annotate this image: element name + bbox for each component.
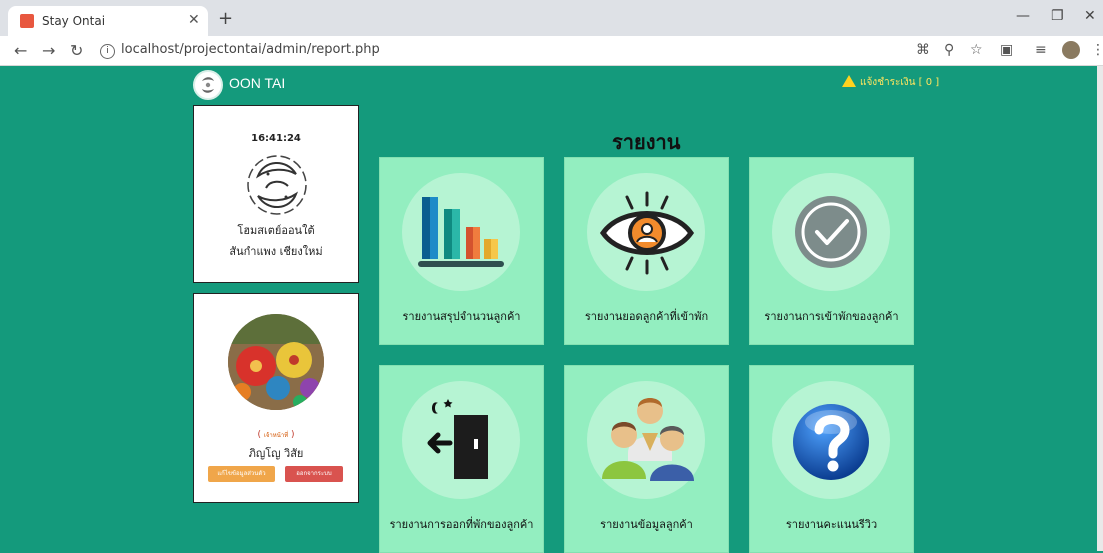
logout-button[interactable]: ออกจากระบบ <box>285 466 343 482</box>
tab-title: Stay Ontai <box>42 14 106 28</box>
page-title: รายงาน <box>612 130 681 154</box>
report-tile-guest-count[interactable]: รายงานยอดลูกค้าที่เข้าพัก <box>564 157 729 345</box>
profile-avatar[interactable] <box>1062 41 1080 59</box>
info-icon[interactable]: i <box>100 44 115 59</box>
user-name: ภิญโญ วิสัย <box>248 447 304 460</box>
payment-alert-text: แจ้งชำระเงิน [ 0 ] <box>860 77 940 88</box>
check-circle-icon <box>795 196 867 268</box>
hotel-address: สันกำแพง เชียงใหม่ <box>229 245 323 258</box>
browser-tab[interactable]: Stay Ontai ✕ <box>8 6 208 36</box>
tile-label: รายงานสรุปจำนวนลูกค้า <box>402 310 521 323</box>
role-open: ( <box>257 430 261 440</box>
tile-label: รายงานยอดลูกค้าที่เข้าพัก <box>584 310 709 323</box>
back-icon[interactable]: ← <box>14 41 27 60</box>
new-tab-button[interactable]: + <box>218 8 233 29</box>
edit-profile-button[interactable]: แก้ไขข้อมูลส่วนตัว <box>208 466 275 482</box>
restore-icon[interactable]: ❐ <box>1051 8 1064 24</box>
bookmark-star-icon[interactable]: ☆ <box>970 42 983 58</box>
close-tab-icon[interactable]: ✕ <box>188 12 200 28</box>
users-icon <box>602 398 694 481</box>
menu-dots-icon[interactable]: ⋮ <box>1091 42 1103 58</box>
page-content: OON TAI แจ้งชำระเงิน [ 0 ] 16:41:24 โฮมส… <box>0 66 1103 553</box>
extension-icon[interactable]: ▣ <box>1000 42 1013 58</box>
bar-chart-icon <box>418 197 504 267</box>
report-tile-customer-info[interactable]: รายงานข้อมูลลูกค้า <box>564 365 729 553</box>
user-card: ( เจ้าหน้าที่ ) ภิญโญ วิสัย แก้ไขข้อมูลส… <box>193 293 359 503</box>
address-bar: ← → ↻ i localhost/projectontai/admin/repo… <box>0 36 1103 66</box>
brand-name[interactable]: OON TAI <box>229 75 285 91</box>
scrollbar[interactable] <box>1097 66 1103 551</box>
user-role: ( เจ้าหน้าที่ ) <box>194 430 358 440</box>
role-text: เจ้าหน้าที่ <box>263 432 289 439</box>
clock: 16:41:24 <box>251 133 301 144</box>
avatar <box>228 314 324 410</box>
payment-alert-link[interactable]: แจ้งชำระเงิน [ 0 ] <box>842 75 939 90</box>
eye-icon <box>599 191 695 275</box>
tile-label: รายงานการออกที่พักของลูกค้า <box>389 518 534 531</box>
report-tile-customer-summary[interactable]: รายงานสรุปจำนวนลูกค้า <box>379 157 544 345</box>
exit-door-icon <box>427 399 488 479</box>
url-text: localhost/projectontai/admin/report.php <box>121 42 380 57</box>
browser-tab-strip: Stay Ontai ✕ + — ❐ ✕ <box>0 0 1103 36</box>
tile-label: รายงานการเข้าพักของลูกค้า <box>764 310 899 323</box>
minimize-icon[interactable]: — <box>1016 8 1030 24</box>
question-icon <box>793 404 869 480</box>
window-close-icon[interactable]: ✕ <box>1084 8 1096 24</box>
hotel-name: โฮมสเตย์ออนใต้ <box>237 224 315 237</box>
tile-label: รายงานคะแนนรีวิว <box>785 518 878 531</box>
report-tile-review-score[interactable]: รายงานคะแนนรีวิว <box>749 365 914 553</box>
hotel-logo-icon <box>247 155 307 215</box>
forward-icon[interactable]: → <box>42 41 55 60</box>
brand-logo-icon[interactable] <box>193 70 223 100</box>
translate-icon[interactable]: ⌘ <box>916 42 930 58</box>
report-tile-check-in[interactable]: รายงานการเข้าพักของลูกค้า <box>749 157 914 345</box>
zoom-icon[interactable]: ⚲ <box>944 42 954 58</box>
url-field[interactable]: i localhost/projectontai/admin/report.php <box>100 42 380 59</box>
reload-icon[interactable]: ↻ <box>70 41 83 60</box>
reading-list-icon[interactable]: ≡ <box>1035 42 1047 58</box>
favicon-icon <box>20 14 34 28</box>
warning-icon <box>842 75 856 87</box>
report-tile-check-out[interactable]: รายงานการออกที่พักของลูกค้า <box>379 365 544 553</box>
role-close: ) <box>291 430 295 440</box>
hotel-info-card: 16:41:24 โฮมสเตย์ออนใต้ สันกำแพง เชียงให… <box>193 105 359 283</box>
tile-label: รายงานข้อมูลลูกค้า <box>600 518 693 531</box>
